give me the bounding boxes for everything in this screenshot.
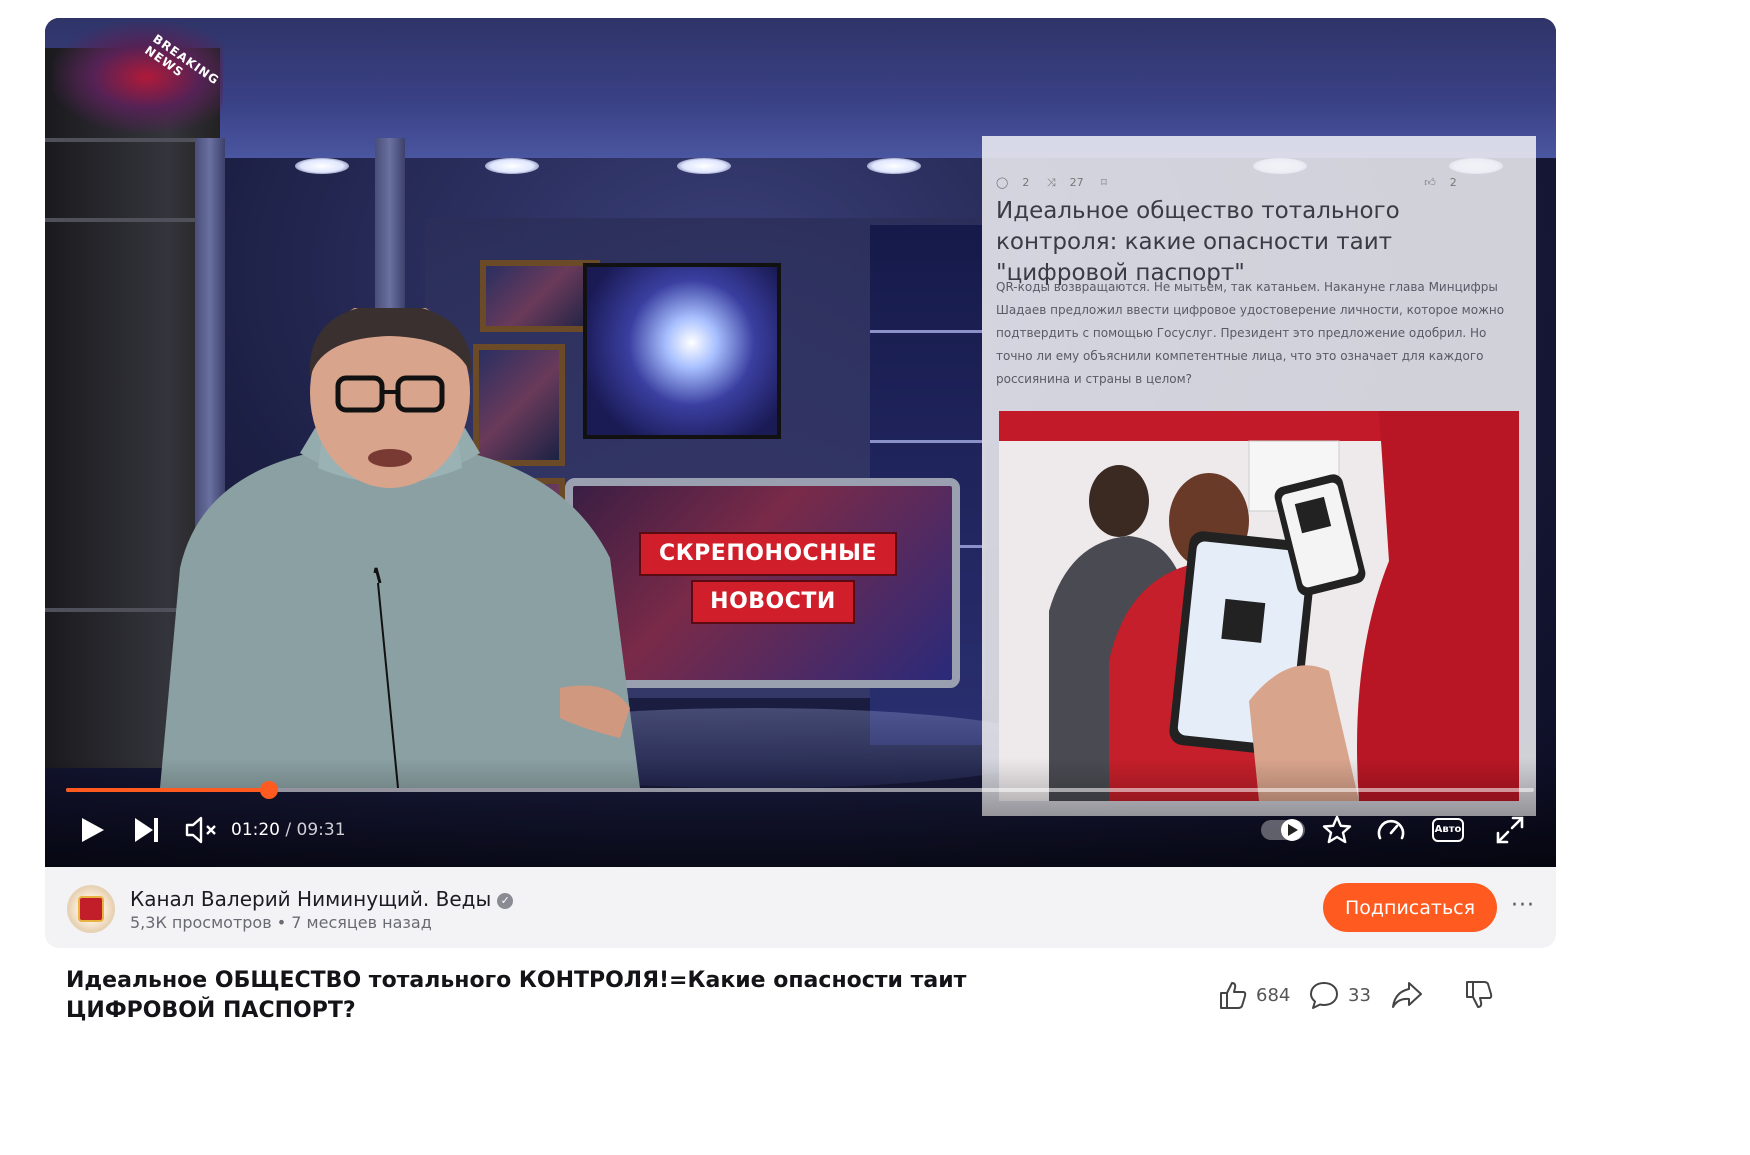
ceiling-light (867, 158, 921, 174)
video-stats: 5,3К просмотров • 7 месяцев назад (130, 913, 432, 932)
comment-bubble-icon (1310, 982, 1338, 1009)
play-icon[interactable] (78, 816, 106, 844)
progress-handle[interactable] (259, 781, 278, 799)
time-display: 01:20 / 09:31 (231, 820, 346, 840)
progress-track[interactable] (66, 781, 1534, 799)
ceiling-light (485, 158, 539, 174)
thumbs-up-icon (1220, 982, 1247, 1009)
ceiling-light (677, 158, 731, 174)
comment-icon: ◯ (996, 176, 1009, 189)
channel-avatar[interactable] (67, 885, 115, 933)
repost-icon: ⤨ (1046, 176, 1056, 189)
ceiling-light (295, 158, 349, 174)
current-time: 01:20 (231, 820, 280, 840)
video-title: Идеальное ОБЩЕСТВО тотального КОНТРОЛЯ!=… (66, 968, 967, 1023)
video-player[interactable]: BREAKING NEWS СКРЕПОНОСНЫЕ НОВОСТИ ◯ 2 ⤨ 2… (45, 18, 1556, 867)
next-icon[interactable] (133, 816, 161, 844)
bookmark-icon: ⌑ (1101, 176, 1107, 189)
news-badge-line1: СКРЕПОНОСНЫЕ (641, 534, 895, 574)
article-meta: ◯ 2 ⤨ 27 ⌑ 👍︎ 2 (996, 176, 1457, 189)
like-button[interactable]: 684 (1218, 980, 1290, 1010)
total-time: 09:31 (296, 820, 346, 840)
subscribe-button[interactable]: Подписаться (1323, 883, 1497, 932)
article-body: QR-коды возвращаются. Не мытьем, так кат… (996, 280, 1505, 386)
article-overlay: ◯ 2 ⤨ 27 ⌑ 👍︎ 2 Идеальное общество тотально… (982, 136, 1536, 816)
thumbs-down-icon (1466, 981, 1493, 1008)
speed-icon[interactable] (1376, 816, 1406, 844)
controls-shade (45, 758, 1556, 867)
like-count: 684 (1256, 984, 1291, 1006)
channel-name-row: Канал Валерий Ниминущий. Веды ✓ (130, 887, 514, 911)
quality-button[interactable]: Авто (1432, 818, 1464, 842)
autoplay-toggle[interactable] (1260, 816, 1306, 844)
article-photo (999, 411, 1519, 801)
fullscreen-icon[interactable] (1496, 816, 1524, 844)
channel-name[interactable]: Канал Валерий Ниминущий. Веды (130, 887, 491, 911)
breaking-news-logo: BREAKING NEWS (53, 22, 223, 132)
share-button[interactable] (1390, 980, 1424, 1010)
stats-separator: • (271, 913, 292, 932)
time-separator: / (280, 820, 297, 840)
verified-icon: ✓ (497, 893, 514, 909)
mute-icon[interactable] (185, 816, 219, 844)
star-icon[interactable] (1322, 815, 1352, 845)
channel-bar: Канал Валерий Ниминущий. Веды ✓ 5,3К прос… (45, 867, 1556, 948)
presenter-figure (160, 308, 640, 788)
share-icon (1392, 982, 1422, 1008)
more-options-icon[interactable]: ··· (1511, 893, 1535, 918)
comments-button[interactable]: 33 (1308, 980, 1371, 1010)
view-count: 5,3К просмотров (130, 913, 272, 932)
publish-date: 7 месяцев назад (291, 913, 432, 932)
dislike-button[interactable] (1464, 980, 1494, 1010)
progress-fill (66, 788, 269, 792)
like-icon: 👍︎ (1424, 176, 1436, 189)
comment-count: 33 (1348, 984, 1371, 1006)
news-badge-line2: НОВОСТИ (693, 582, 853, 622)
